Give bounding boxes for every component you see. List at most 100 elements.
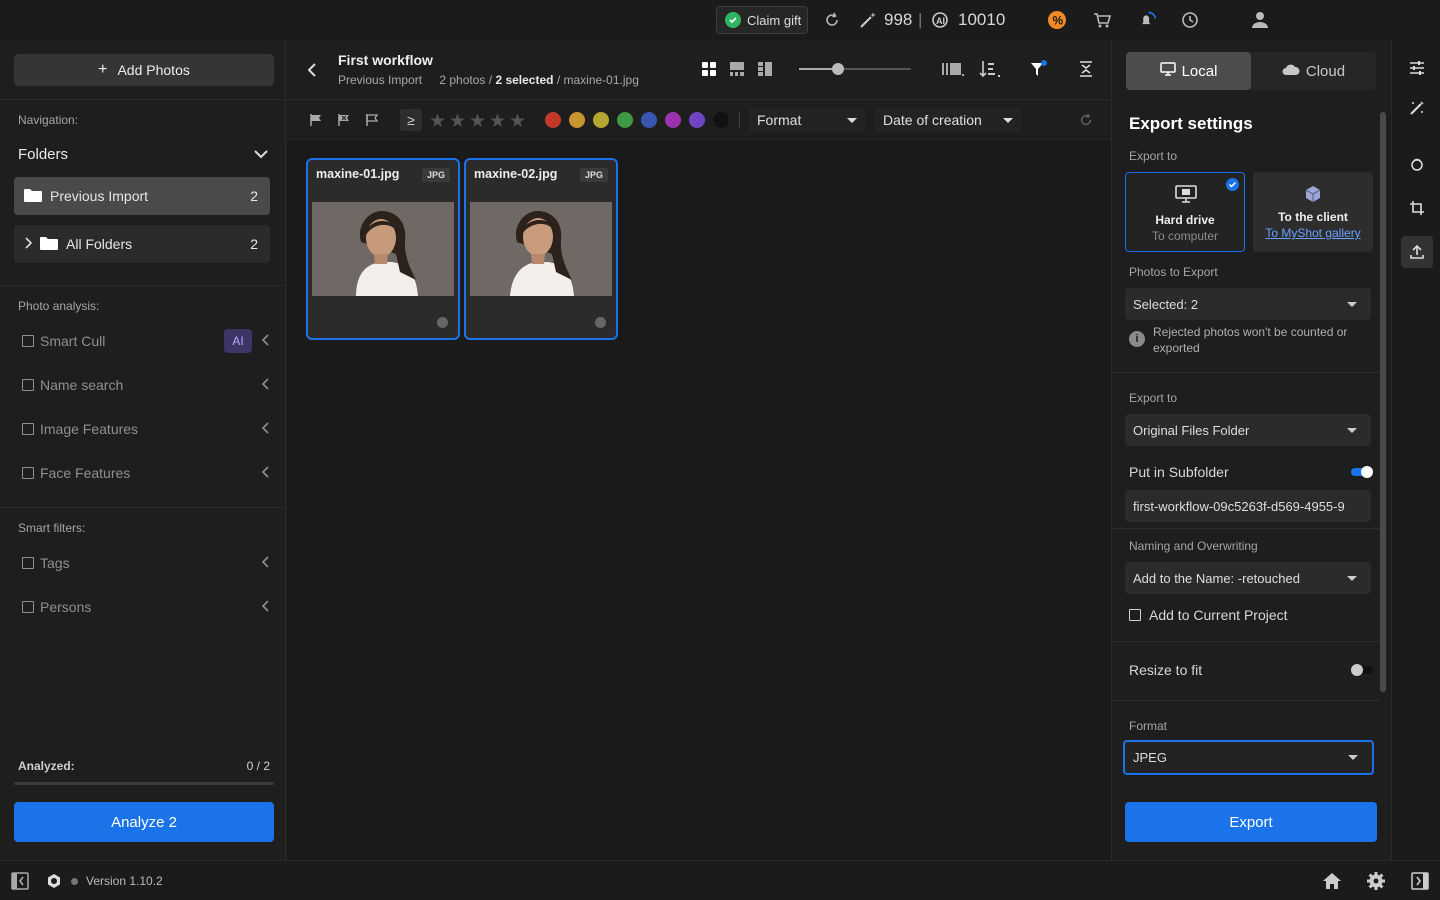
chevron-left-icon[interactable]	[261, 465, 270, 481]
reject-flag-icon[interactable]	[337, 113, 351, 130]
subfolder-toggle[interactable]	[1351, 466, 1373, 478]
add-to-project-checkbox[interactable]	[1129, 609, 1141, 621]
zoom-slider[interactable]	[799, 63, 911, 75]
cloud-icon	[1282, 63, 1300, 80]
photo-thumbnail[interactable]: maxine-02.jpg JPG	[464, 158, 618, 340]
photos-to-export-select[interactable]: Selected: 2	[1125, 288, 1371, 320]
analysis-face-features[interactable]: Face Features	[22, 463, 270, 483]
divider	[1112, 700, 1380, 701]
chevron-right-icon[interactable]	[24, 236, 33, 252]
filter-tags[interactable]: Tags	[22, 553, 270, 573]
portrait-photo	[312, 202, 454, 296]
claim-gift-button[interactable]: Claim gift	[716, 6, 808, 34]
reset-filters-icon[interactable]	[1079, 113, 1093, 130]
ai-credits-count: 10010	[958, 10, 1006, 29]
add-photos-button[interactable]: + Add Photos	[14, 54, 274, 86]
collapse-right-panel-icon[interactable]	[1411, 872, 1429, 893]
hard-drive-option[interactable]: Hard drive To computer	[1125, 172, 1245, 252]
date-dropdown[interactable]: Date of creation	[875, 108, 1021, 132]
export-button[interactable]: Export	[1125, 802, 1377, 842]
format-select[interactable]: JPEG	[1123, 740, 1374, 775]
adjustments-icon[interactable]	[1401, 52, 1433, 84]
user-avatar-icon[interactable]	[1250, 10, 1270, 30]
mask-drop-icon[interactable]	[1401, 148, 1433, 180]
filter-funnel-icon[interactable]	[1029, 60, 1047, 81]
retouch-brush-icon[interactable]	[1401, 92, 1433, 124]
chevron-left-icon[interactable]	[261, 555, 270, 571]
color-label-black[interactable]	[713, 112, 729, 128]
pick-flag-icon[interactable]	[309, 113, 323, 130]
to-client-option[interactable]: To the client To MyShot gallery	[1253, 172, 1373, 252]
analysis-name-search[interactable]: Name search	[22, 375, 270, 395]
chevron-left-icon[interactable]	[261, 599, 270, 615]
chevron-left-icon[interactable]	[261, 421, 270, 437]
analysis-smart-cull[interactable]: Smart Cull AI	[22, 329, 270, 353]
add-to-project-row[interactable]: Add to Current Project	[1129, 607, 1373, 623]
folder-previous-import[interactable]: Previous Import 2	[14, 177, 270, 215]
discount-icon[interactable]: %	[1047, 10, 1067, 30]
folders-toggle[interactable]: Folders	[18, 146, 268, 163]
breadcrumb-folder[interactable]: Previous Import	[338, 73, 422, 87]
checkbox[interactable]	[22, 557, 34, 569]
back-arrow-icon[interactable]	[307, 62, 317, 81]
analyzed-status: Analyzed: 0 / 2	[18, 759, 270, 773]
divider	[1112, 641, 1380, 642]
grid-view-icon[interactable]	[701, 61, 717, 80]
star-5-icon[interactable]: ★	[509, 110, 526, 133]
crop-icon[interactable]	[1401, 192, 1433, 224]
star-3-icon[interactable]: ★	[469, 110, 486, 133]
divider	[1112, 372, 1380, 373]
collapse-left-panel-icon[interactable]	[11, 872, 29, 893]
checkbox[interactable]	[22, 467, 34, 479]
filmstrip-view-icon[interactable]	[729, 61, 745, 80]
filter-persons[interactable]: Persons	[22, 597, 270, 617]
color-label-yellow[interactable]	[593, 112, 609, 128]
compare-view-icon[interactable]	[757, 61, 773, 80]
unflagged-icon[interactable]	[365, 113, 379, 130]
star-4-icon[interactable]: ★	[489, 110, 506, 133]
version-label: Version 1.10.2	[86, 874, 163, 888]
color-label-violet[interactable]	[689, 112, 705, 128]
cart-icon[interactable]	[1092, 10, 1112, 30]
color-label-orange[interactable]	[569, 112, 585, 128]
local-tab[interactable]: Local	[1126, 52, 1251, 90]
resize-toggle[interactable]	[1351, 664, 1373, 676]
naming-select[interactable]: Add to the Name: -retouched	[1125, 562, 1371, 594]
folder-name: Previous Import	[50, 188, 149, 204]
analysis-image-features[interactable]: Image Features	[22, 419, 270, 439]
notifications-bell-icon[interactable]	[1137, 10, 1157, 30]
color-label-purple[interactable]	[665, 112, 681, 128]
zoom-slider-handle[interactable]	[832, 63, 844, 75]
star-1-icon[interactable]: ★	[429, 110, 446, 133]
chevron-left-icon[interactable]	[261, 377, 270, 393]
subfolder-name-input[interactable]: first-workflow-09c5263f-d569-4955-9	[1125, 490, 1371, 522]
settings-gear-icon[interactable]	[1366, 871, 1386, 894]
panel-scrollbar[interactable]	[1380, 112, 1386, 692]
collapse-icon[interactable]	[1078, 60, 1094, 81]
sort-icon[interactable]	[979, 60, 1001, 81]
library-icon[interactable]	[941, 61, 965, 80]
folder-all-folders[interactable]: All Folders 2	[14, 225, 270, 263]
analyze-button[interactable]: Analyze 2	[14, 802, 274, 842]
refresh-icon[interactable]	[822, 10, 842, 30]
checkbox[interactable]	[22, 335, 34, 347]
checkbox[interactable]	[22, 423, 34, 435]
selected-check-icon	[1226, 178, 1239, 191]
naming-value: Add to the Name: -retouched	[1133, 570, 1300, 586]
format-dropdown[interactable]: Format	[749, 108, 865, 132]
history-icon[interactable]	[1180, 10, 1200, 30]
checkbox[interactable]	[22, 379, 34, 391]
checkbox[interactable]	[22, 601, 34, 613]
gallery-link[interactable]: To MyShot gallery	[1253, 226, 1373, 240]
color-label-red[interactable]	[545, 112, 561, 128]
star-2-icon[interactable]: ★	[449, 110, 466, 133]
rating-comparator[interactable]: ≥	[400, 109, 422, 131]
export-folder-select[interactable]: Original Files Folder	[1125, 414, 1371, 446]
cloud-tab[interactable]: Cloud	[1251, 52, 1376, 90]
photo-thumbnail[interactable]: maxine-01.jpg JPG	[306, 158, 460, 340]
color-label-green[interactable]	[617, 112, 633, 128]
export-upload-icon[interactable]	[1401, 236, 1433, 268]
chevron-left-icon[interactable]	[261, 333, 270, 349]
home-icon[interactable]	[1322, 872, 1342, 893]
color-label-blue[interactable]	[641, 112, 657, 128]
